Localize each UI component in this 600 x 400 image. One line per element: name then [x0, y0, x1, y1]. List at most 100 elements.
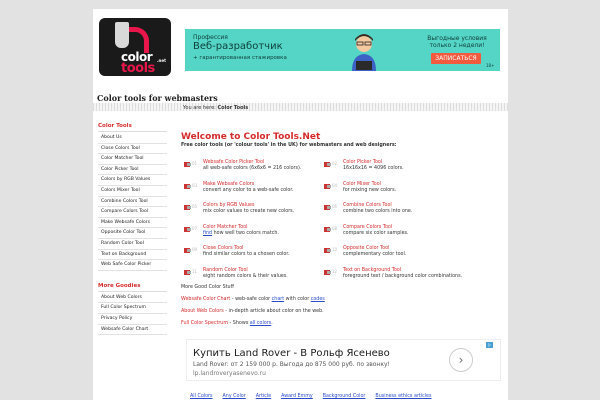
- tool-desc-text: compare six color samples.: [343, 230, 409, 236]
- tool-item: 02 Color Picker Tool 16x16x16 = 4096 color…: [321, 160, 471, 180]
- tool-number: 08: [332, 225, 338, 231]
- sidebar: Color Tools About Us Close Colors Tool Col…: [98, 121, 167, 336]
- banner-signup-button[interactable]: ЗАПИСАТЬСЯ: [431, 53, 481, 64]
- footer-link[interactable]: Any Color: [223, 394, 246, 399]
- more-item-1: Websafe Color Chart - web-safe color cha…: [181, 297, 325, 302]
- sidebar-item[interactable]: Close Colors Tool: [98, 144, 167, 155]
- codes-link[interactable]: codes: [311, 297, 325, 302]
- footer-link[interactable]: All Colors: [190, 394, 213, 399]
- tool-swatch-icon: 06: [324, 204, 337, 210]
- developer-illustration-icon: [352, 34, 376, 71]
- tool-item: 07 Color Matcher Tool find how well two co…: [181, 225, 331, 245]
- banner-line2: Веб-разработчик: [193, 41, 283, 52]
- tool-title-link[interactable]: Make Websafe Colors: [203, 182, 254, 187]
- tool-swatch-icon: 03: [184, 183, 197, 189]
- top-ad-banner[interactable]: Профессия Веб-разработчик + гарантирован…: [185, 29, 500, 71]
- tool-description: compare six color samples.: [343, 231, 409, 236]
- ad-subtext: Land Rover: от 2 159 000 р. Выгода до 87…: [193, 361, 390, 368]
- sidebar-item[interactable]: Compare Colors Tool: [98, 207, 167, 218]
- tool-desc-text: all web-safe colors (6x6x6 = 216 colors)…: [203, 166, 302, 171]
- tool-description: 16x16x16 = 4096 colors.: [343, 166, 404, 171]
- site-logo[interactable]: color tools .net: [99, 18, 171, 76]
- tool-title-link[interactable]: Color Mixer Tool: [343, 182, 381, 187]
- tool-item: 05 Colors by RGB Values mix color values t…: [181, 203, 331, 223]
- footer-link[interactable]: Background Color: [323, 394, 366, 399]
- sidebar-item[interactable]: Make Websafe Colors: [98, 218, 167, 229]
- tool-title-link[interactable]: Websafe Color Picker Tool: [203, 160, 264, 165]
- tool-number: 03: [192, 182, 198, 188]
- tool-swatch-icon: 07: [184, 226, 197, 232]
- chevron-right-icon[interactable]: ›: [449, 348, 473, 372]
- tool-desc-text: 16x16x16 = 4096 colors.: [343, 166, 404, 171]
- tool-number: 01: [192, 161, 198, 166]
- more-item-2: About Web Colors - in-depth article abou…: [181, 309, 324, 314]
- tool-desc-text: convert any color to a web-safe color.: [203, 187, 294, 193]
- breadcrumb: You are here: Color Tools: [183, 105, 248, 111]
- tool-title-link[interactable]: Combine Colors Tool: [343, 203, 392, 208]
- banner-offer: Выгодные условия только 2 недели!: [427, 35, 487, 49]
- tool-title-link[interactable]: Color Matcher Tool: [203, 225, 247, 230]
- tool-item: 09 Close Colors Tool find similar colors t…: [181, 246, 331, 266]
- tool-desc-text: combine two colors into one.: [343, 209, 413, 214]
- sidebar-item[interactable]: Websafe Color Chart: [98, 325, 167, 336]
- sidebar-item[interactable]: Colors Mixer Tool: [98, 186, 167, 197]
- banner-line1: Профессия: [193, 34, 228, 41]
- ad-choices-icon[interactable]: ▷: [486, 342, 493, 348]
- sidebar-item[interactable]: Web Safe Color Picker: [98, 260, 167, 271]
- tool-item: 01 Websafe Color Picker Tool all web-safe …: [181, 160, 331, 180]
- tool-title-link[interactable]: Colors by RGB Values: [203, 203, 255, 208]
- sidebar-item[interactable]: Colors by RGB Values: [98, 175, 167, 186]
- tool-swatch-icon: 08: [324, 226, 337, 232]
- tool-item: 06 Combine Colors Tool combine two colors …: [321, 203, 471, 223]
- tool-title-link[interactable]: Opposite Color Tool: [343, 246, 389, 251]
- tool-title-link[interactable]: Compare Colors Tool: [343, 225, 392, 230]
- breadcrumb-prefix: You are here:: [183, 105, 216, 111]
- more-item-2-title[interactable]: About Web Colors: [181, 309, 224, 314]
- sidebar-item[interactable]: About Web Colors: [98, 293, 167, 304]
- tool-desc-text: mix color values to create new colors.: [203, 209, 295, 214]
- site-title: Color tools for webmasters: [97, 93, 218, 103]
- footer-link[interactable]: Article: [256, 394, 271, 399]
- tool-desc-link[interactable]: find: [203, 231, 212, 236]
- intro-text: Free color tools (or 'colour tools' in t…: [181, 143, 397, 148]
- logo-text-tools: tools: [121, 61, 155, 76]
- sidebar-item[interactable]: About Us: [98, 133, 167, 144]
- main-content: Welcome to Color Tools.Net Free color to…: [181, 132, 506, 326]
- more-item-1-title[interactable]: Websafe Color Chart: [181, 297, 230, 302]
- tool-description: all web-safe colors (6x6x6 = 216 colors)…: [203, 166, 301, 171]
- tool-number: 05: [192, 204, 198, 209]
- tool-swatch-icon: 05: [184, 204, 197, 210]
- tool-title-link[interactable]: Color Picker Tool: [343, 160, 382, 165]
- bottom-ad-banner[interactable]: Купить Land Rover - В Рольф Ясенево Land…: [186, 339, 501, 381]
- sidebar-heading-more-goodies: More Goodies: [98, 281, 167, 292]
- tool-title-link[interactable]: Text on Background Tool: [343, 268, 401, 273]
- sidebar-item[interactable]: Full Color Spectrum: [98, 303, 167, 314]
- sidebar-item[interactable]: Privacy Policy: [98, 314, 167, 325]
- tool-number: 04: [332, 182, 338, 188]
- tool-number: 11: [192, 268, 198, 274]
- sidebar-item[interactable]: Color Matcher Tool: [98, 154, 167, 165]
- ad-url[interactable]: lp.landroveryasenevo.ru: [193, 370, 266, 377]
- tool-title-link[interactable]: Close Colors Tool: [203, 246, 243, 251]
- sidebar-item[interactable]: Text on Background: [98, 250, 167, 261]
- footer-link[interactable]: Award Emmy: [281, 394, 313, 399]
- sidebar-item[interactable]: Random Color Tool: [98, 239, 167, 250]
- tool-description: complementary color tool.: [343, 252, 406, 257]
- tool-swatch-icon: 11: [184, 269, 197, 275]
- ad-headline[interactable]: Купить Land Rover - В Рольф Ясенево: [193, 348, 390, 359]
- tool-number: 02: [332, 161, 338, 166]
- footer-link[interactable]: Business ethics articles: [375, 394, 431, 399]
- chart-link[interactable]: chart: [272, 297, 284, 302]
- more-item-3-title[interactable]: Full Color Spectrum: [181, 321, 228, 326]
- all-colors-link[interactable]: all colors: [250, 321, 271, 326]
- sidebar-item[interactable]: Combine Colors Tool: [98, 197, 167, 208]
- logo-text-suffix: .net: [157, 58, 166, 63]
- tool-swatch-icon: 02: [324, 161, 337, 167]
- tool-desc-text: how well two colors match.: [212, 230, 279, 236]
- sidebar-item[interactable]: Opposite Color Tool: [98, 228, 167, 239]
- sidebar-item[interactable]: Color Picker Tool: [98, 165, 167, 176]
- tool-title-link[interactable]: Random Color Tool: [203, 268, 248, 273]
- more-heading: More Good Color Stuff: [181, 285, 234, 290]
- tool-item: 10 Opposite Color Tool complementary color…: [321, 246, 471, 266]
- tool-description: eight random colors & their values.: [203, 274, 288, 279]
